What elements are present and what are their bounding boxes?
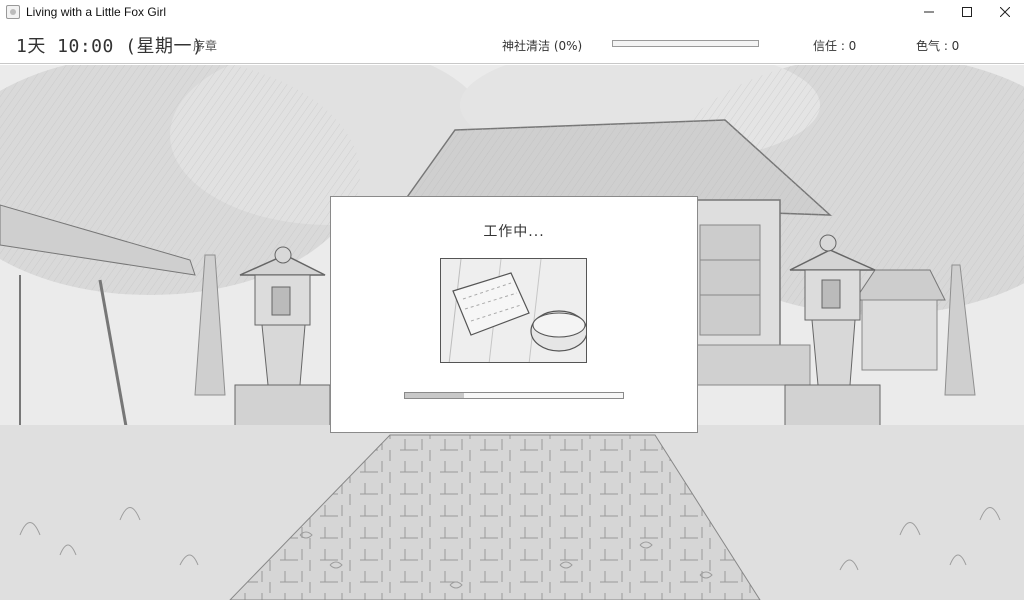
work-progress-fill — [405, 393, 464, 398]
lust-label: 色气 : 0 — [916, 39, 960, 53]
work-dialog-title: 工作中... — [483, 224, 545, 240]
window-titlebar: Living with a Little Fox Girl — [0, 0, 1024, 24]
trust-label: 信任 : 0 — [813, 39, 857, 53]
chapter-label: 序章 — [193, 39, 218, 53]
cleaning-rag-icon — [441, 259, 586, 362]
work-progress-bar — [404, 392, 624, 399]
window-controls — [910, 0, 1024, 24]
work-dialog: 工作中... — [330, 196, 698, 433]
minimize-icon — [924, 11, 934, 13]
shrine-clean-label: 神社清洁 (0%) — [502, 39, 583, 53]
shrine-clean-progress-bar — [612, 40, 759, 47]
close-button[interactable] — [986, 0, 1024, 24]
maximize-button[interactable] — [948, 0, 986, 24]
cleaning-illustration — [440, 258, 587, 363]
app-icon — [6, 5, 20, 19]
minimize-button[interactable] — [910, 0, 948, 24]
window-title: Living with a Little Fox Girl — [26, 5, 167, 19]
status-bar: 1天 10:00 (星期一) 序章 神社清洁 (0%) 信任 : 0 色气 : … — [0, 24, 1024, 64]
day-time-label: 1天 10:00 (星期一) — [16, 36, 204, 57]
maximize-icon — [962, 7, 972, 17]
close-icon — [1000, 7, 1010, 17]
